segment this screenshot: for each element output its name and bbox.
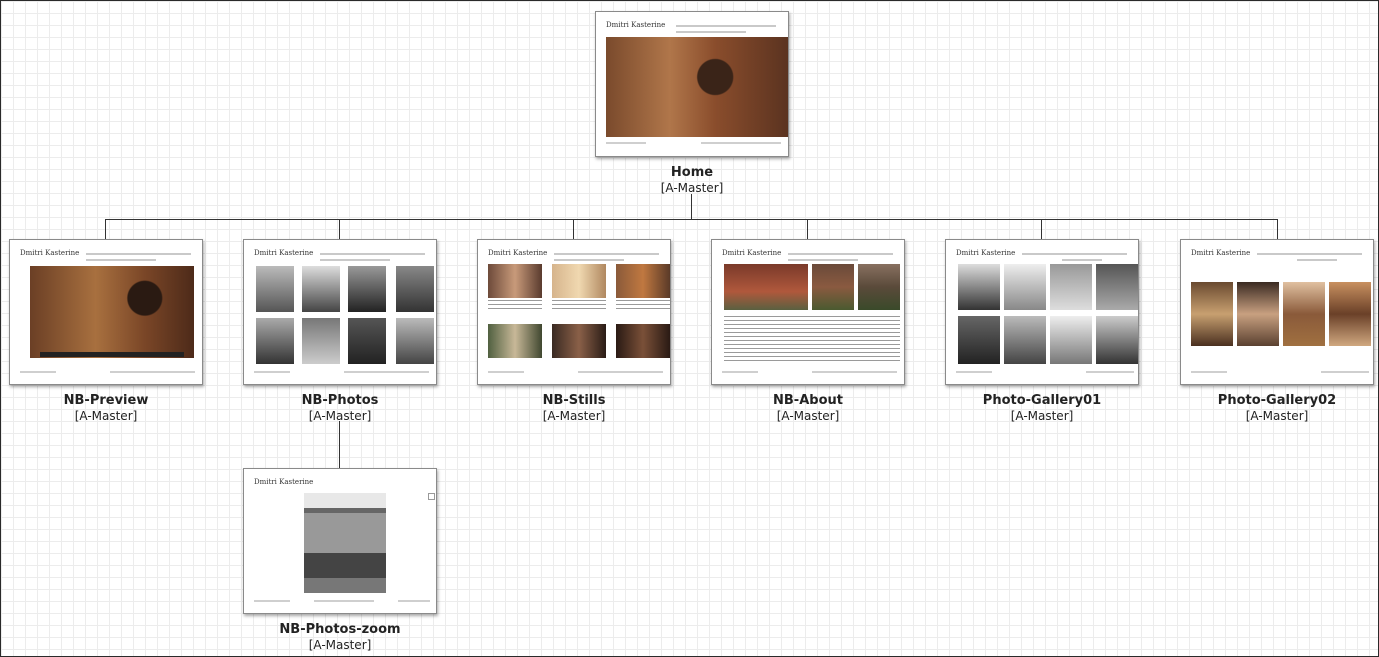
node-master-nb-preview: [A-Master] (74, 409, 138, 423)
thumb-logo: Dmitri Kasterine (606, 21, 666, 29)
node-title-nb-photos: NB-Photos (301, 393, 379, 408)
thumb-logo: Dmitri Kasterine (488, 249, 548, 257)
node-master-nb-stills: [A-Master] (542, 409, 606, 423)
node-title-home: Home (670, 165, 714, 180)
connector-horizontal (105, 219, 1278, 220)
thumb-photo-portrait (606, 37, 788, 137)
connector-home-down (691, 194, 692, 220)
node-title-photo-gallery01: Photo-Gallery01 (982, 393, 1102, 408)
page-thumbnail-nb-about[interactable]: Dmitri Kasterine (711, 239, 905, 385)
node-master-photo-gallery01: [A-Master] (1010, 409, 1074, 423)
node-master-photo-gallery02: [A-Master] (1245, 409, 1309, 423)
thumb-logo: Dmitri Kasterine (254, 478, 314, 486)
sitemap-canvas: Dmitri Kasterine Home [A-Master] Dmitri … (0, 0, 1379, 657)
thumb-video-preview (30, 266, 194, 358)
thumb-logo: Dmitri Kasterine (254, 249, 314, 257)
thumb-zoom-photo (304, 493, 386, 593)
node-master-home: [A-Master] (660, 181, 724, 195)
video-controls-bar (40, 352, 184, 357)
page-thumbnail-nb-photos-zoom[interactable]: Dmitri Kasterine (243, 468, 437, 614)
node-title-nb-about: NB-About (773, 393, 843, 408)
connector-photo-gallery01 (1041, 219, 1042, 239)
connector-nb-about (807, 219, 808, 239)
connector-nb-photos-zoom (339, 421, 340, 468)
node-title-nb-preview: NB-Preview (63, 393, 149, 408)
thumb-logo: Dmitri Kasterine (722, 249, 782, 257)
node-master-nb-photos: [A-Master] (308, 409, 372, 423)
connector-nb-stills (573, 219, 574, 239)
connector-photo-gallery02 (1277, 219, 1278, 239)
node-title-nb-stills: NB-Stills (542, 393, 606, 408)
thumb-logo: Dmitri Kasterine (956, 249, 1016, 257)
close-icon (428, 493, 435, 500)
connector-nb-preview (105, 219, 106, 239)
connector-nb-photos (339, 219, 340, 239)
thumb-logo: Dmitri Kasterine (20, 249, 80, 257)
node-master-nb-about: [A-Master] (776, 409, 840, 423)
page-thumbnail-nb-stills[interactable]: Dmitri Kasterine (477, 239, 671, 385)
page-thumbnail-photo-gallery01[interactable]: Dmitri Kasterine (945, 239, 1139, 385)
node-master-nb-photos-zoom: [A-Master] (308, 638, 372, 652)
node-title-nb-photos-zoom: NB-Photos-zoom (279, 622, 401, 637)
page-thumbnail-photo-gallery02[interactable]: Dmitri Kasterine (1180, 239, 1374, 385)
page-thumbnail-nb-preview[interactable]: Dmitri Kasterine (9, 239, 203, 385)
thumb-logo: Dmitri Kasterine (1191, 249, 1251, 257)
page-thumbnail-nb-photos[interactable]: Dmitri Kasterine (243, 239, 437, 385)
node-title-photo-gallery02: Photo-Gallery02 (1217, 393, 1337, 408)
page-thumbnail-home[interactable]: Dmitri Kasterine (595, 11, 789, 157)
